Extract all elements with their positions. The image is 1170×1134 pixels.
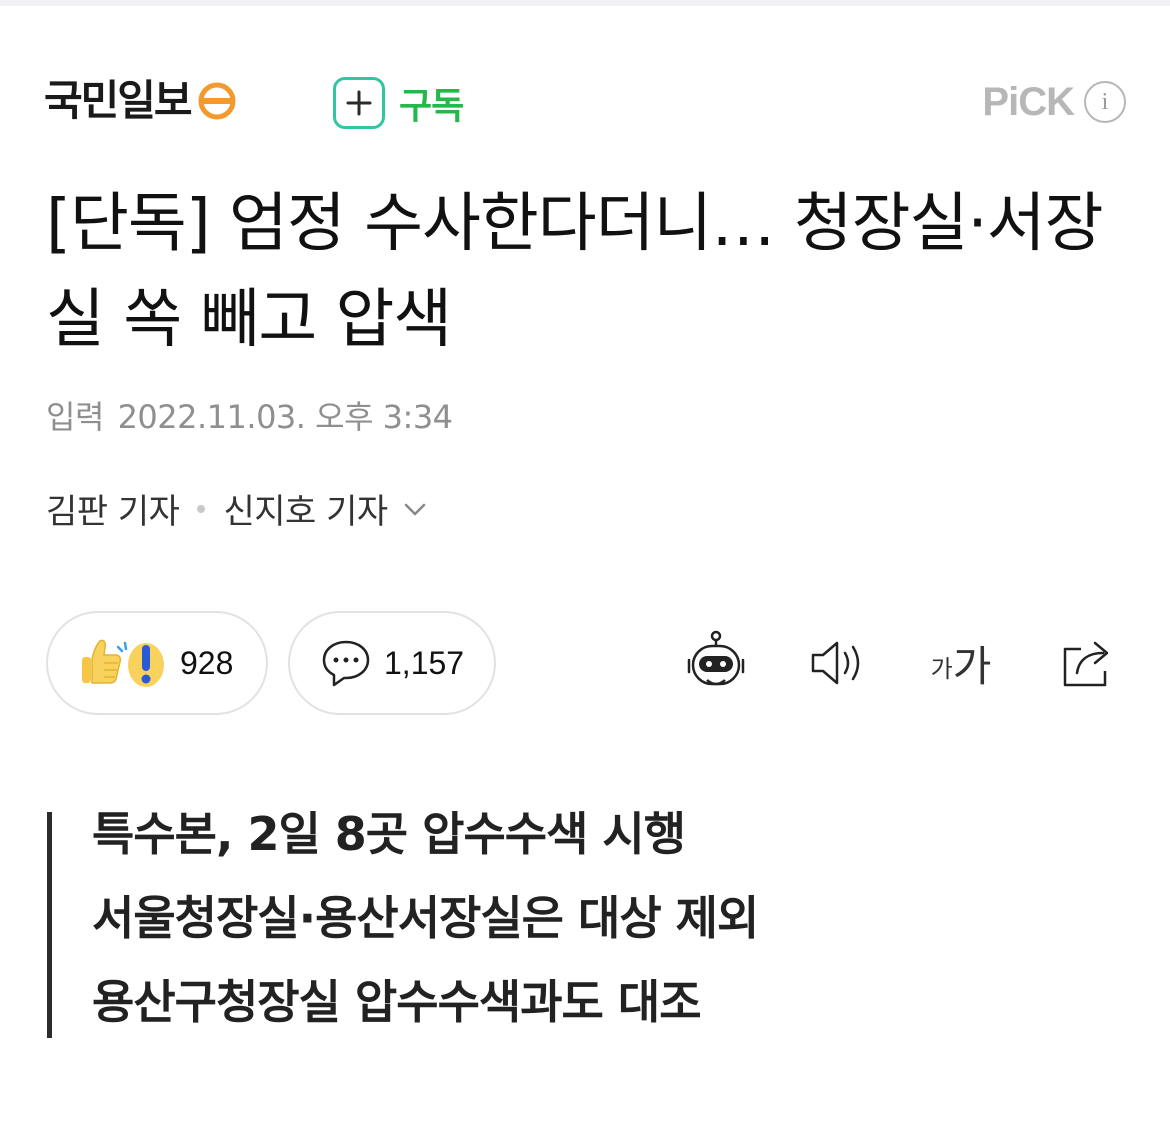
speech-bubble-icon [322,640,370,687]
top-strip [0,0,1170,6]
article-headline: [단독] 엄정 수사한다더니… 청장실·서장실 쏙 빼고 압색 [46,187,1104,357]
font-size-button[interactable]: 가 가 [926,628,996,698]
font-size-big-label: 가 [952,641,992,691]
reaction-count: 928 [180,644,234,681]
info-icon[interactable]: i [1084,81,1126,123]
font-size-small-label: 가 [930,655,953,683]
press-logo[interactable]: 국민일보 [44,76,237,126]
date-label: 입력 [46,398,104,436]
press-name: 국민일보 [44,76,193,125]
share-icon [1063,641,1109,687]
exclamation-icon [116,641,164,687]
speaker-icon [811,641,860,685]
date-value: 2022.11.03. 오후 3:34 [117,398,453,436]
pick-badge[interactable]: PiCK i [982,78,1126,126]
pick-label: PiCK [982,79,1075,124]
summary-line: 서울청장실·용산서장실은 대상 제외 [92,891,759,945]
share-button[interactable] [1052,628,1122,698]
article-page: 국민일보 구독 PiCK i [단독] 엄정 수사한다더니… 청장실·서장실 쏙… [0,0,1170,1134]
chevron-down-icon[interactable] [402,496,428,522]
subscribe-button[interactable]: 구독 [333,76,464,130]
robot-summary-icon [687,630,745,686]
reaction-button[interactable]: 928 [46,611,268,715]
reporter-list[interactable]: 김판 기자 신지호 기자 [46,484,428,533]
subscribe-label: 구독 [399,86,464,127]
publish-date: 입력 2022.11.03. 오후 3:34 [46,392,453,438]
thumbs-up-icon [82,639,122,684]
comment-count: 1,157 [384,644,465,681]
reporter-name[interactable]: 신지호 기자 [223,484,388,533]
article-summary: 특수본, 2일 8곳 압수수색 시행 서울청장실·용산서장실은 대상 제외 용산… [47,807,1047,1038]
plus-icon [333,77,385,129]
text-to-speech-button[interactable] [804,628,874,698]
summary-bot-button[interactable] [681,628,751,698]
reporter-name[interactable]: 김판 기자 [46,484,180,533]
press-logo-mark-icon [198,82,236,120]
summary-line: 특수본, 2일 8곳 압수수색 시행 [92,807,686,861]
separator-dot [197,504,206,513]
summary-line: 용산구청장실 압수수색과도 대조 [92,975,702,1029]
comment-button[interactable]: 1,157 [288,611,496,715]
reaction-emoji-icons [82,639,164,687]
